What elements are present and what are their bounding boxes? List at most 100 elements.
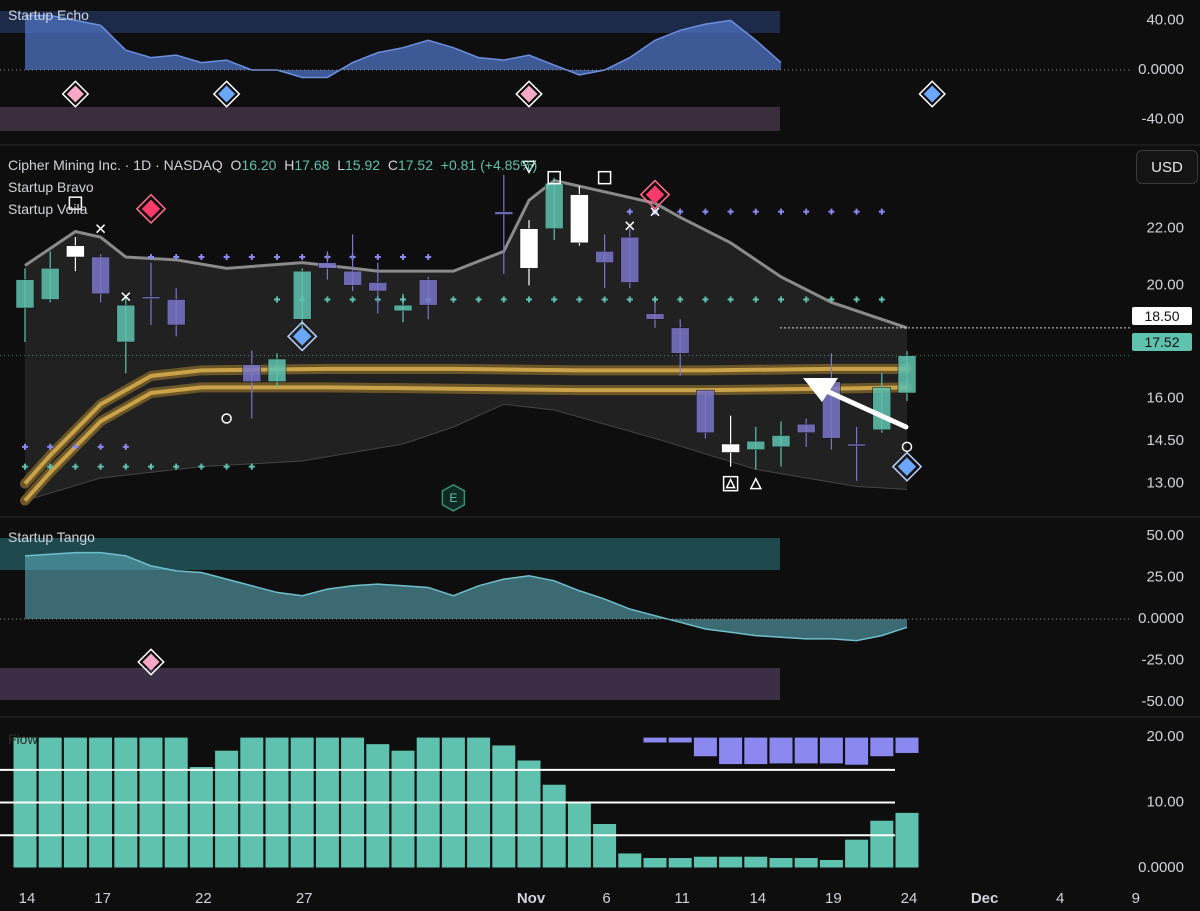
flow-bar [692, 855, 718, 869]
x-tick-label: 14 [19, 890, 36, 907]
flow-bar [667, 857, 693, 869]
flow-overlay-bar [844, 736, 870, 766]
change-value: +0.81 (+4.85%) [440, 157, 538, 173]
price-tick-label: 22.00 [1146, 220, 1184, 237]
chart-canvas[interactable]: 40.00 0.0000 -40.00 E 22.00 20.00 16.00 14.50 1… [0, 0, 1200, 911]
x-tick-label: 17 [94, 890, 111, 907]
candle-body [292, 270, 312, 320]
low-label: L [337, 157, 346, 173]
flow-bar [365, 743, 391, 869]
candle-body [368, 282, 388, 292]
candle-body [897, 355, 917, 394]
boxed-triangle [725, 477, 736, 489]
candle-body [746, 440, 766, 450]
candle-body [595, 251, 614, 263]
flow-bar [541, 783, 567, 869]
flow-overlay-bar [768, 736, 794, 765]
candle-body [645, 313, 665, 320]
candle-body [418, 279, 438, 306]
candle-body [519, 228, 539, 269]
startup-echo-title: Startup Echo [8, 7, 89, 23]
flow-bar [869, 819, 895, 869]
flow-tick-label: 20.00 [1146, 728, 1184, 745]
flow-tick-label: 10.00 [1146, 794, 1184, 811]
flow-bar [718, 855, 744, 869]
x-tick-label: 24 [901, 890, 918, 907]
symbol-exchange: NASDAQ [163, 157, 223, 173]
flow-overlay-bar [743, 736, 769, 766]
square-marker [597, 170, 612, 185]
open-label: O [230, 157, 242, 173]
flow-overlay-bar [692, 736, 718, 758]
flow-overlay-bar [642, 736, 668, 744]
flow-pane: 20.00 10.00 0.0000 [0, 728, 1184, 876]
candle-body [544, 183, 564, 229]
symbol-name: Cipher Mining Inc. [8, 157, 121, 173]
flow-bar [617, 852, 643, 869]
flow-bar [390, 749, 416, 869]
currency-button[interactable]: USD [1136, 150, 1198, 184]
flow-bar [743, 855, 769, 869]
lower-band [0, 107, 780, 131]
x-tick-label: 6 [602, 890, 610, 907]
candle [696, 389, 715, 439]
tango-tick-label: 0.0000 [1138, 610, 1184, 627]
triangle-marker [749, 476, 763, 490]
flow-bar [642, 857, 668, 869]
candle-body [40, 268, 60, 300]
price-tick-label: 13.00 [1146, 475, 1184, 492]
flow-title: Flow [8, 731, 38, 747]
last-price-tag: 17.52 [1132, 333, 1192, 351]
candle-body [15, 279, 35, 309]
high-label: H [284, 157, 295, 173]
candle-body [116, 304, 136, 343]
flow-bar [516, 759, 542, 869]
candle-body [771, 435, 791, 448]
candle-body [696, 389, 715, 433]
candle-body [242, 364, 262, 382]
flow-bar [894, 811, 920, 869]
high-value: 17.68 [294, 157, 330, 173]
x-tick-label: 22 [195, 890, 212, 907]
flow-overlay-bar [793, 736, 819, 765]
indicator-voila-label[interactable]: Startup Voila [8, 201, 87, 217]
tango-tick-label: -50.00 [1141, 693, 1184, 710]
flow-tick-label: 0.0000 [1138, 859, 1184, 876]
tango-tick-label: 50.00 [1146, 527, 1184, 544]
candle-body [318, 262, 337, 269]
echo-tick-label: 40.00 [1146, 11, 1184, 28]
flow-bar [491, 744, 517, 869]
candle-body [872, 387, 892, 431]
symbol-legend[interactable]: Cipher Mining Inc. · 1D · NASDAQ O16.20 … [8, 157, 537, 173]
diamond-red-marker [141, 199, 161, 219]
close-value: 17.52 [397, 157, 434, 173]
flow-bar [214, 749, 240, 869]
envelope-fill [25, 180, 907, 501]
candle-body [166, 299, 186, 326]
candle-body [620, 236, 640, 283]
candle-body [267, 358, 287, 382]
flow-bar [768, 857, 794, 869]
price-tick-label: 14.50 [1146, 432, 1184, 449]
flow-bar [793, 857, 819, 869]
earnings-label: E [449, 491, 457, 505]
flow-bar [844, 838, 870, 869]
echo-tick-label: -40.00 [1141, 111, 1184, 128]
open-value: 16.20 [241, 157, 277, 173]
flow-overlay-bar [818, 736, 844, 765]
flow-overlay-bar [894, 736, 920, 754]
indicator-bravo-label[interactable]: Startup Bravo [8, 179, 94, 195]
candle-body [393, 304, 413, 312]
price-line-tag: 18.50 [1132, 307, 1192, 325]
candle-body [91, 256, 110, 295]
x-tick-label: 11 [674, 890, 690, 907]
low-value: 15.92 [345, 157, 381, 173]
candle-body [494, 211, 514, 215]
candle-body [721, 443, 740, 453]
candle-body [796, 423, 816, 433]
flow-bar [818, 858, 844, 869]
candle-body [670, 327, 690, 354]
candle [343, 234, 362, 291]
flow-overlay-bar [718, 736, 744, 766]
tango-tick-label: 25.00 [1146, 568, 1184, 585]
